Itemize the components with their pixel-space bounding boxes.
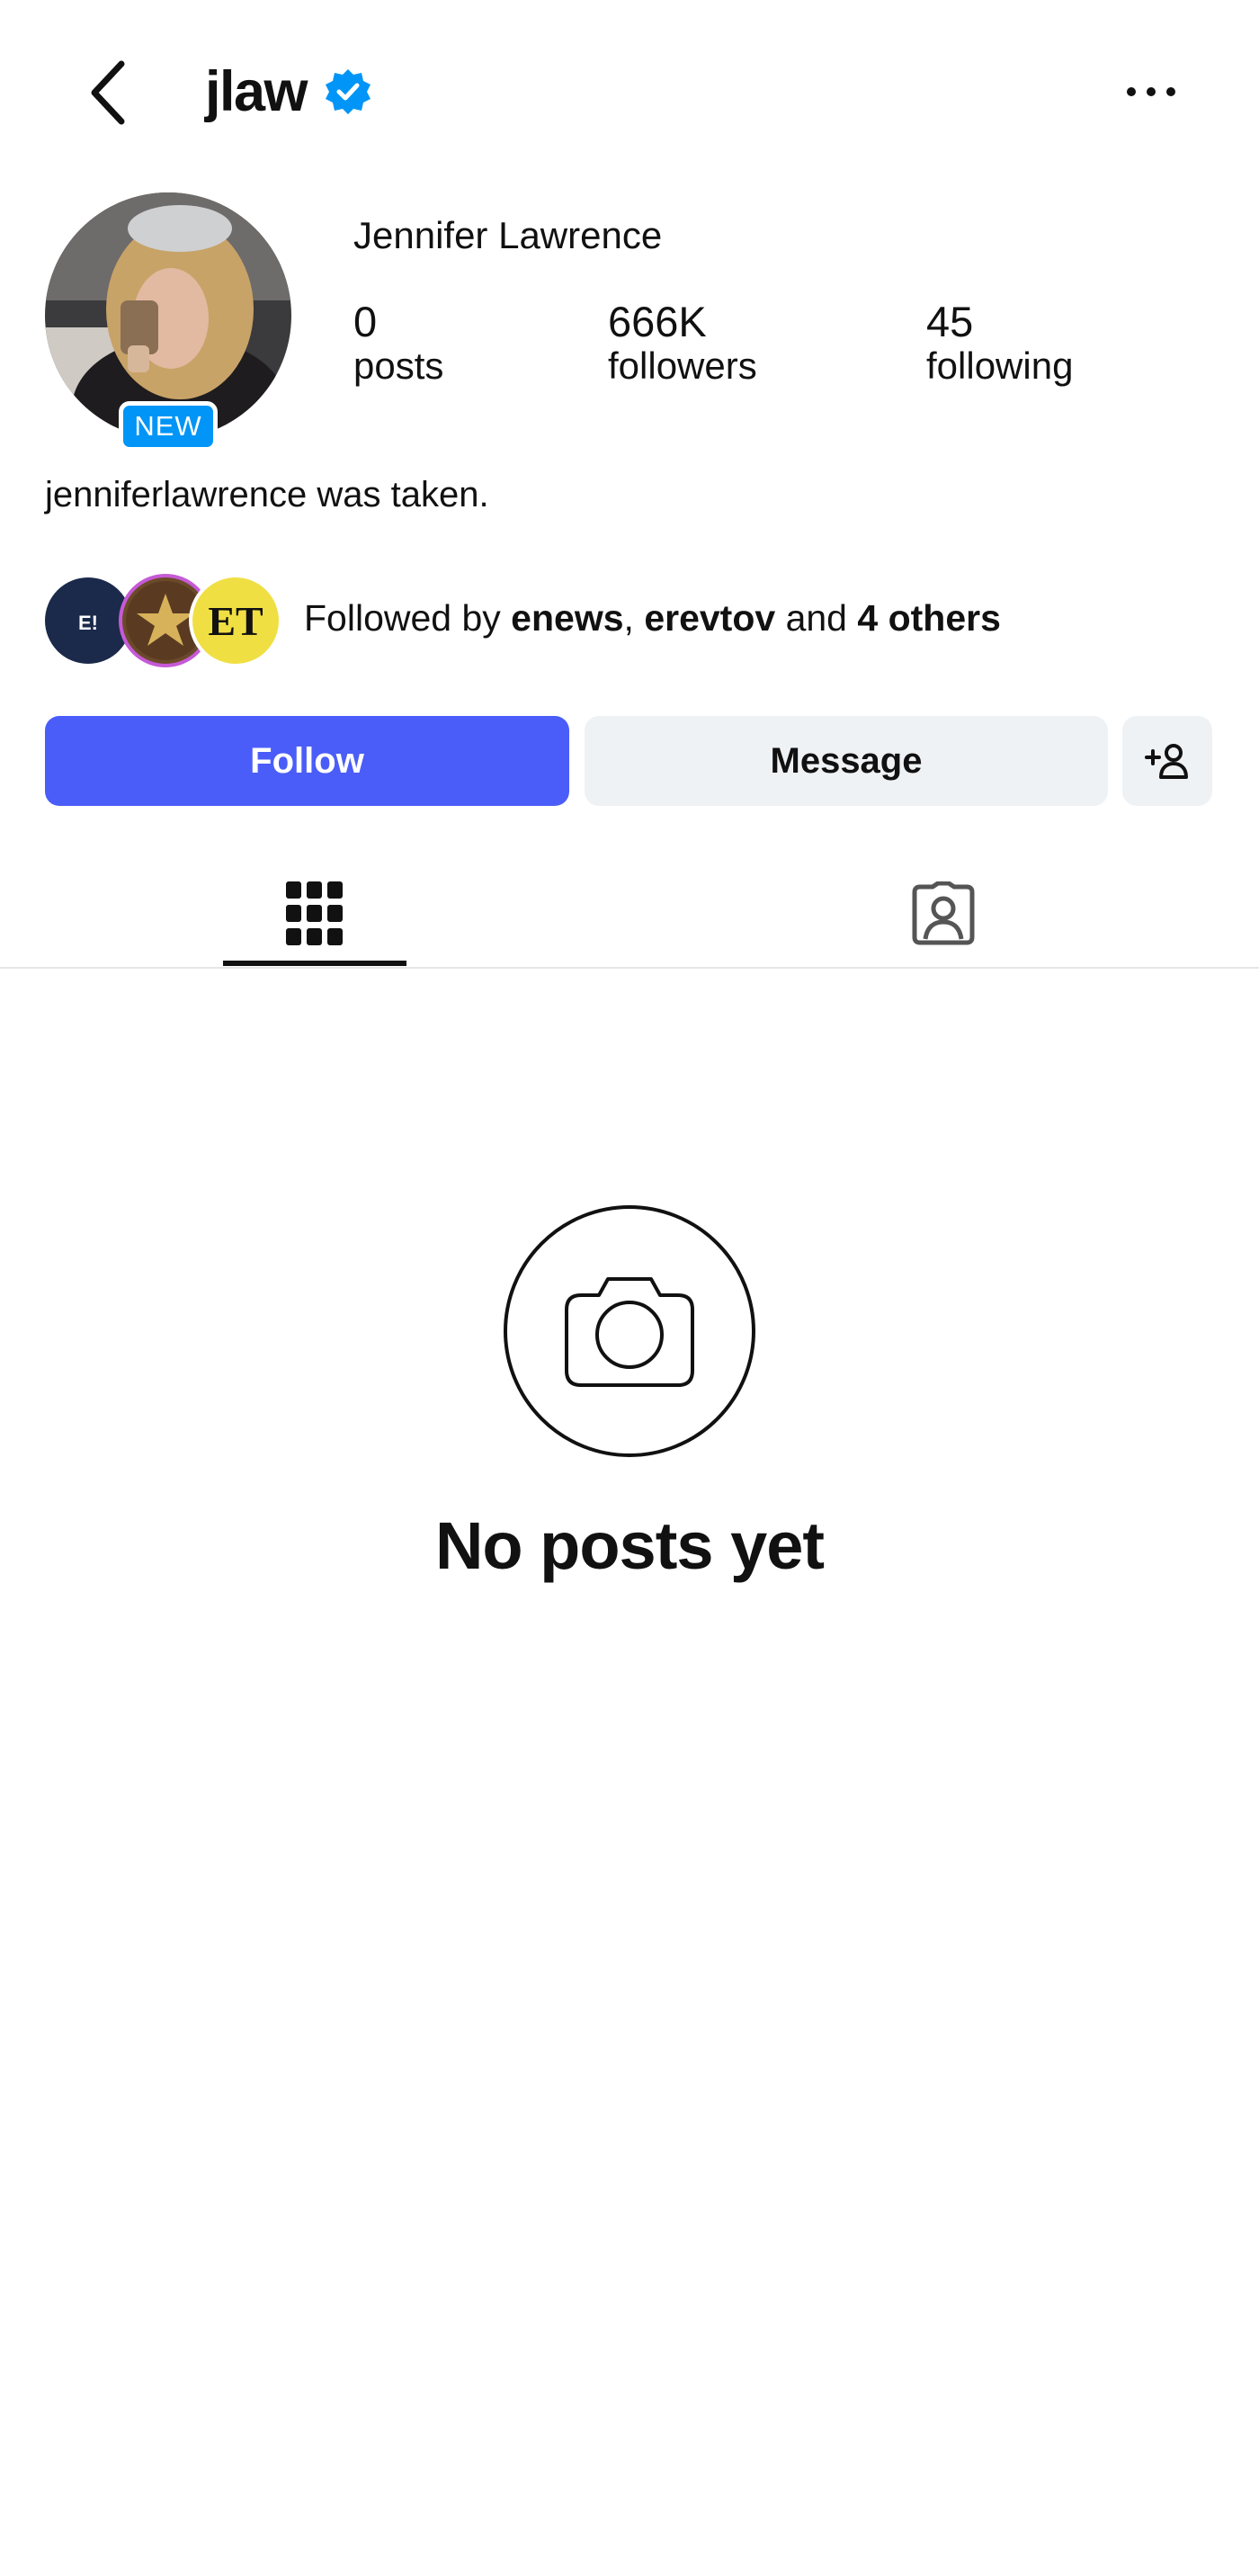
add-person-icon — [1145, 744, 1188, 779]
following-stat[interactable]: 45 following — [926, 295, 1073, 389]
active-tab-indicator — [223, 961, 406, 966]
svg-text:E!: E! — [78, 612, 98, 634]
follow-button[interactable]: Follow — [45, 716, 569, 806]
profile-bio: jenniferlawrence was taken. — [45, 475, 489, 514]
follower-link-enews[interactable]: enews — [511, 597, 623, 639]
empty-state-text: No posts yet — [434, 1508, 825, 1583]
et-logo: ET — [208, 598, 263, 644]
followers-count: 666K — [608, 298, 707, 345]
suggested-users-button[interactable] — [1122, 716, 1212, 806]
follower-link-others[interactable]: 4 others — [857, 597, 1001, 639]
more-options-button[interactable] — [1115, 70, 1187, 113]
message-button[interactable]: Message — [585, 716, 1108, 806]
posts-stat: 0 posts — [353, 295, 443, 389]
followed-by-text[interactable]: Followed by enews, erevtov and 4 others — [304, 597, 1001, 640]
tab-posts-grid[interactable] — [223, 862, 406, 966]
followed-by-prefix: Followed by — [304, 597, 512, 639]
tab-tagged[interactable] — [852, 862, 1035, 966]
posts-label: posts — [353, 344, 444, 387]
camera-icon — [504, 1205, 755, 1457]
tagged-person-icon — [912, 881, 975, 945]
profile-username: jlaw — [205, 60, 308, 123]
display-name: Jennifer Lawrence — [353, 214, 663, 256]
following-label: following — [926, 344, 1074, 387]
posts-count: 0 — [353, 298, 378, 345]
followed-by-separator: , — [623, 597, 645, 639]
tabs-divider — [0, 967, 1259, 969]
verified-badge-icon — [326, 69, 371, 114]
svg-text:ET: ET — [208, 598, 263, 644]
followers-label: followers — [608, 344, 757, 387]
more-horizontal-icon — [1127, 87, 1175, 96]
followed-by-and: and — [775, 597, 858, 639]
new-badge: NEW — [119, 401, 218, 452]
chevron-left-icon — [91, 60, 125, 125]
follower-link-erevtov[interactable]: erevtov — [644, 597, 775, 639]
back-button[interactable] — [72, 52, 144, 133]
following-count: 45 — [926, 298, 974, 345]
grid-icon — [286, 881, 343, 945]
follower-avatar-et[interactable]: ET — [189, 574, 282, 667]
followers-stat[interactable]: 666K followers — [608, 295, 757, 389]
